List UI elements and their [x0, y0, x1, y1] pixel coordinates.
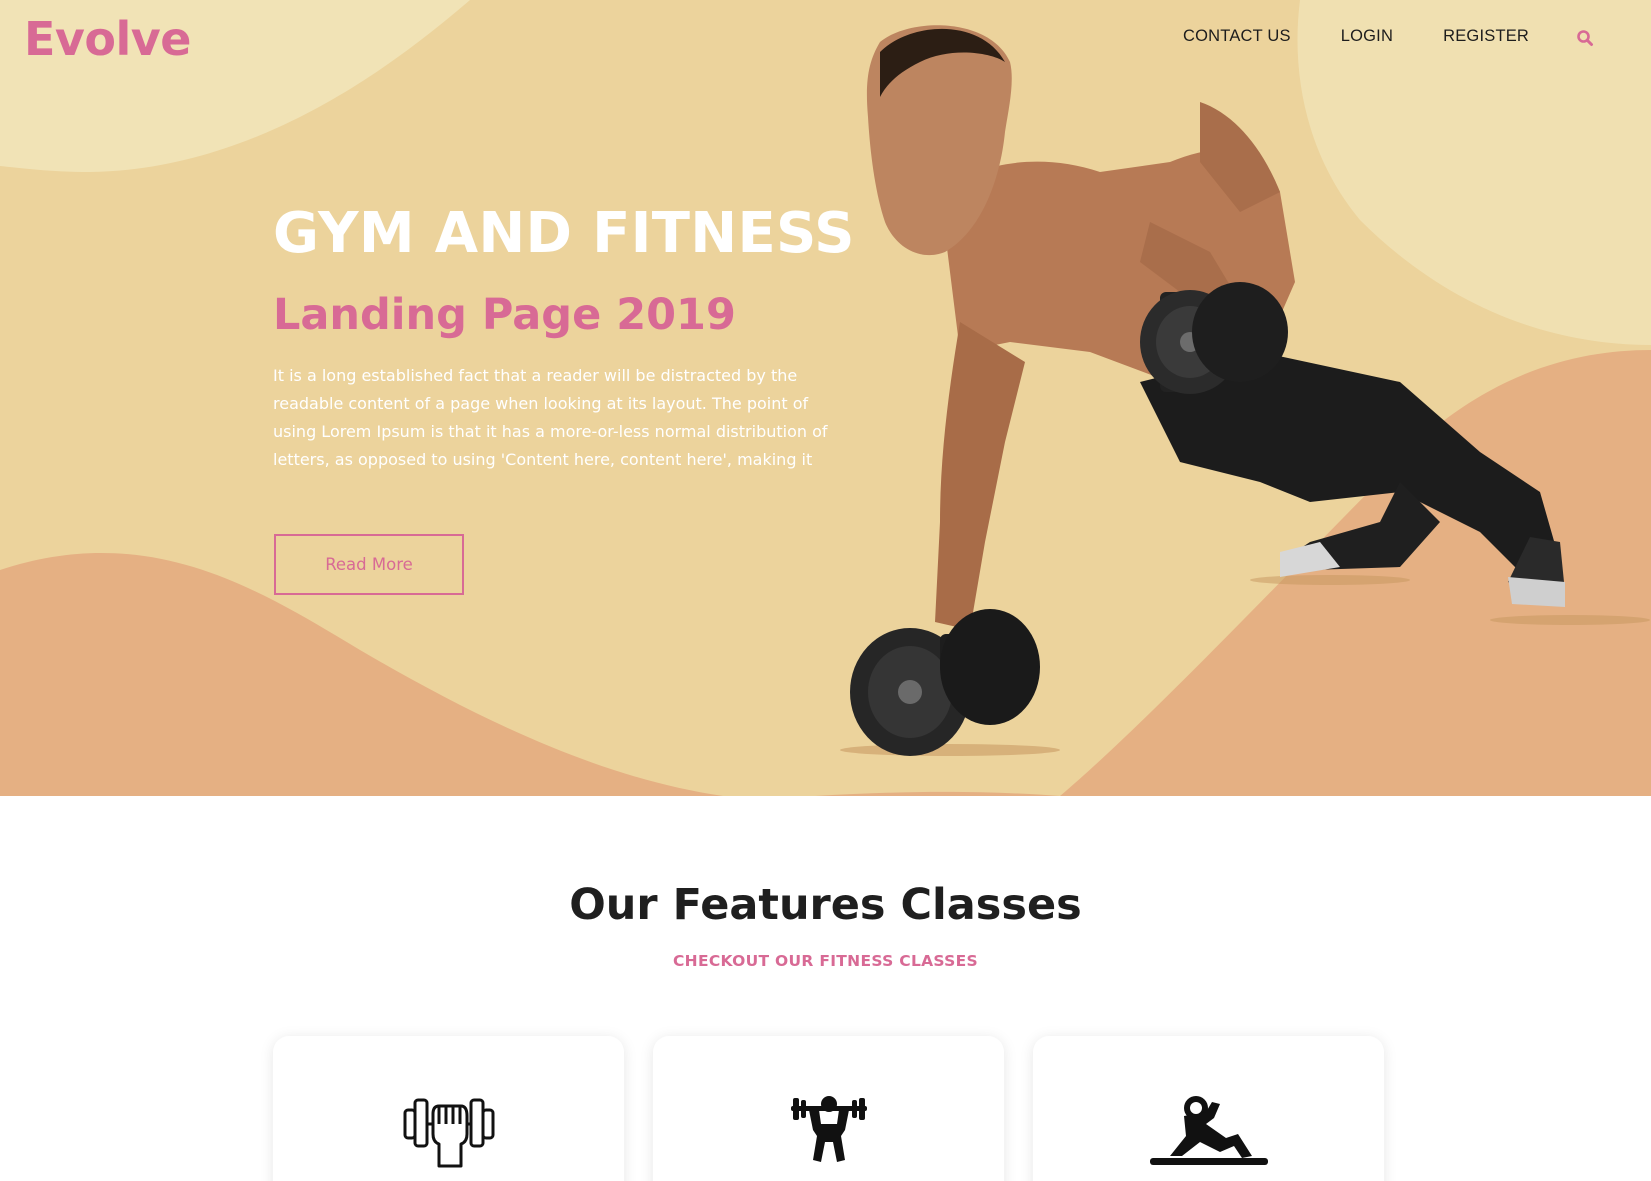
dumbbell-left [850, 609, 1040, 756]
feature-card-1[interactable] [273, 1036, 624, 1181]
fist-dumbbell-icon [403, 1094, 495, 1173]
hero-section: Evolve CONTACT US LOGIN REGISTER GYM AND… [0, 0, 1651, 796]
feature-card-2[interactable] [653, 1036, 1004, 1181]
features-subtitle: CHECKOUT OUR FITNESS CLASSES [673, 952, 978, 970]
hero-subtitle: Landing Page 2019 [273, 290, 736, 340]
read-more-button[interactable]: Read More [274, 534, 464, 595]
hero-description: It is a long established fact that a rea… [273, 366, 828, 469]
athlete-image [840, 25, 1650, 756]
hero-title: GYM AND FITNESS [273, 201, 855, 266]
weightlifter-icon [790, 1094, 867, 1171]
brand-logo[interactable]: Evolve [24, 12, 191, 66]
situp-icon [1149, 1094, 1268, 1171]
feature-card-3[interactable] [1033, 1036, 1384, 1181]
features-title: Our Features Classes [569, 880, 1082, 930]
